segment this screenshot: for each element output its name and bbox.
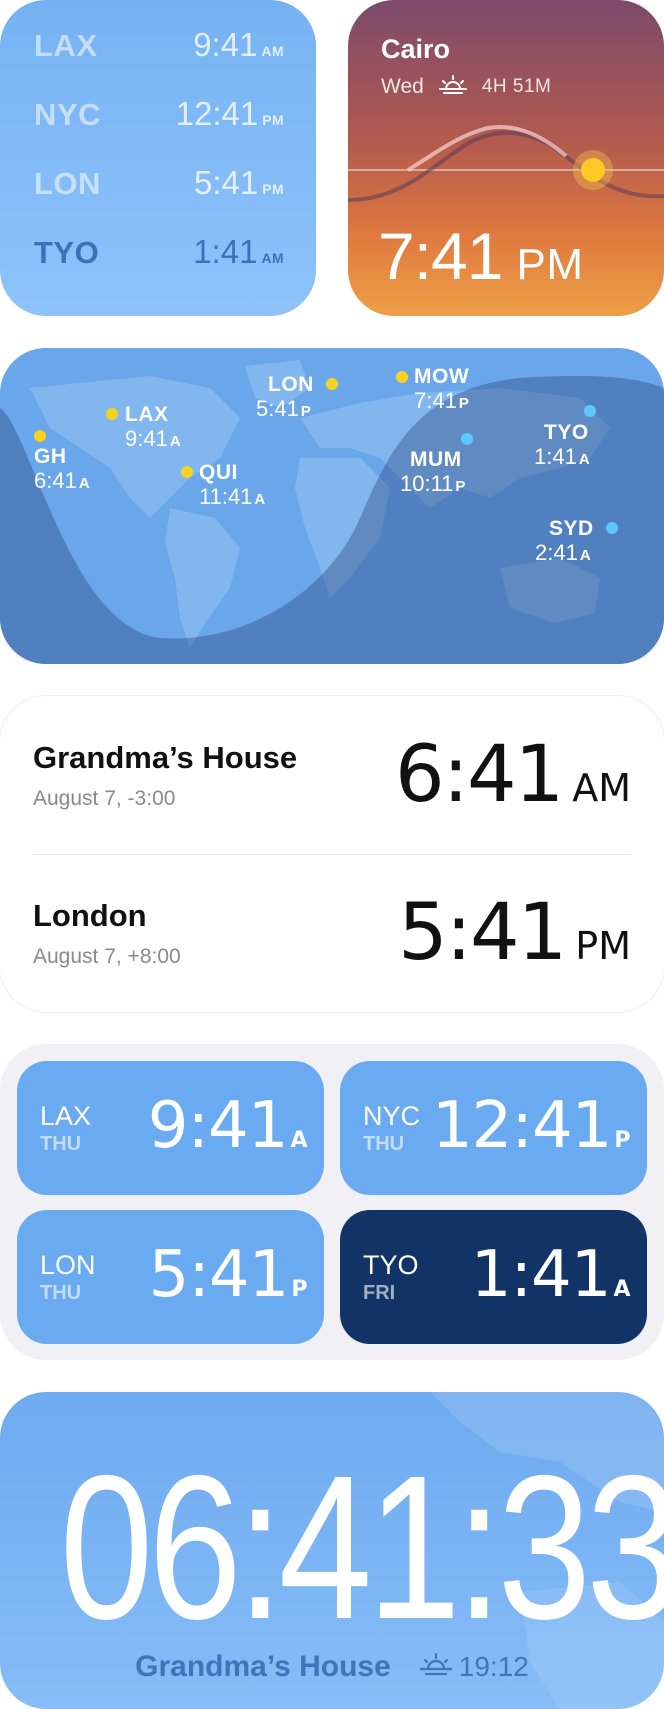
row-title: London — [33, 898, 147, 933]
row-time: 6:41 AM — [395, 730, 631, 820]
pin-dot-lon — [326, 378, 338, 390]
world-map-widget[interactable]: GH 6:41 A LAX 9:41 A QUI 11:41 A LON 5:41 P … — [0, 348, 664, 664]
tile-lon[interactable]: LON THU 5:41 P — [17, 1210, 324, 1344]
tile-time: 5:41 P — [148, 1238, 308, 1312]
tile-time: 9:41 A — [147, 1089, 308, 1163]
map-pin-mow[interactable]: MOW 7:41 P — [414, 366, 469, 412]
tile-code: LON — [40, 1250, 96, 1280]
cairo-subtitle: Wed 4H 51M — [381, 73, 551, 101]
sunset-icon — [438, 73, 468, 101]
row-subtitle: August 7, -3:00 — [33, 787, 176, 810]
day-label: Wed — [381, 75, 424, 98]
world-map — [0, 348, 664, 664]
big-clock-widget[interactable]: 06:41:33 Grandma’s House 19:12 — [0, 1392, 664, 1709]
city-code: TYO — [34, 235, 100, 270]
tile-time: 1:41 A — [470, 1238, 631, 1312]
city-code: LAX — [34, 28, 98, 63]
big-time: 06:41:33 — [59, 1433, 664, 1662]
row-london: London August 7, +8:00 5:41 PM — [33, 854, 631, 1012]
city-code: NYC — [34, 97, 101, 132]
pin-dot-lax — [106, 408, 118, 420]
city-time: 1:41 AM — [193, 233, 284, 270]
map-pin-syd[interactable]: SYD 2:41 A — [535, 518, 594, 564]
city-row-tyo: TYO 1:41 AM — [34, 233, 284, 302]
city-list-widget[interactable]: LAX 9:41 AM NYC 12:41 PM LON 5:41 PM TYO 1:… — [0, 0, 316, 316]
city-row-nyc: NYC 12:41 PM — [34, 95, 284, 164]
city-time: 9:41 AM — [193, 26, 284, 63]
city-row-lon: LON 5:41 PM — [34, 164, 284, 233]
city-time: 12:41 PM — [175, 95, 284, 132]
city-code: LON — [34, 166, 101, 201]
sunset-icon — [419, 1651, 453, 1684]
row-subtitle: August 7, +8:00 — [33, 945, 181, 968]
current-time: 7:41 PM — [378, 219, 584, 293]
pin-dot-syd — [606, 522, 618, 534]
map-pin-lon[interactable]: LON 5:41 P — [256, 374, 314, 420]
map-pin-gh[interactable]: GH 6:41 A — [34, 446, 90, 492]
tile-code: TYO — [363, 1250, 419, 1280]
tile-code: LAX — [40, 1101, 92, 1131]
tile-lax[interactable]: LAX THU 9:41 A — [17, 1061, 324, 1195]
row-title: Grandma’s House — [33, 740, 298, 775]
city-row-lax: LAX 9:41 AM — [34, 26, 284, 95]
pin-dot-mow — [396, 371, 408, 383]
location-name: Grandma’s House — [135, 1650, 391, 1683]
city-rows-widget[interactable]: Grandma’s House August 7, -3:00 6:41 AM L… — [0, 696, 664, 1012]
tile-code: NYC — [363, 1101, 421, 1131]
tile-tyo[interactable]: TYO FRI 1:41 A — [340, 1210, 647, 1344]
map-pin-mum[interactable]: MUM 10:11 P — [400, 449, 465, 495]
pin-dot-tyo — [584, 405, 596, 417]
row-time: 5:41 PM — [398, 888, 631, 978]
cairo-widget[interactable]: Cairo Wed 4H 51M 7:41 PM — [348, 0, 664, 316]
tile-day: THU — [363, 1133, 405, 1155]
city-time: 5:41 PM — [193, 164, 284, 201]
city-grid-widget[interactable]: LAX THU 9:41 A NYC THU 12:41 P LON THU 5:4… — [0, 1044, 664, 1360]
tile-nyc[interactable]: NYC THU 12:41 P — [340, 1061, 647, 1195]
big-footer: Grandma’s House 19:12 — [0, 1650, 664, 1684]
map-pin-lax[interactable]: LAX 9:41 A — [125, 404, 181, 450]
row-grandmas-house: Grandma’s House August 7, -3:00 6:41 AM — [33, 696, 631, 854]
map-pin-tyo[interactable]: TYO 1:41 A — [534, 422, 590, 468]
tile-day: THU — [40, 1282, 82, 1304]
city-name: Cairo — [381, 34, 451, 64]
sunset-info: 19:12 — [419, 1651, 529, 1684]
map-pin-qui[interactable]: QUI 11:41 A — [199, 462, 265, 508]
pin-dot-qui — [181, 466, 193, 478]
tile-time: 12:41 P — [431, 1089, 631, 1163]
tile-day: THU — [40, 1133, 82, 1155]
pin-dot-gh — [34, 430, 46, 442]
sun-path-graph — [348, 125, 664, 202]
daylight-duration: 4H 51M — [481, 76, 552, 97]
sunset-time: 19:12 — [458, 1651, 529, 1682]
tile-day: FRI — [363, 1282, 396, 1304]
pin-dot-mum — [461, 433, 473, 445]
